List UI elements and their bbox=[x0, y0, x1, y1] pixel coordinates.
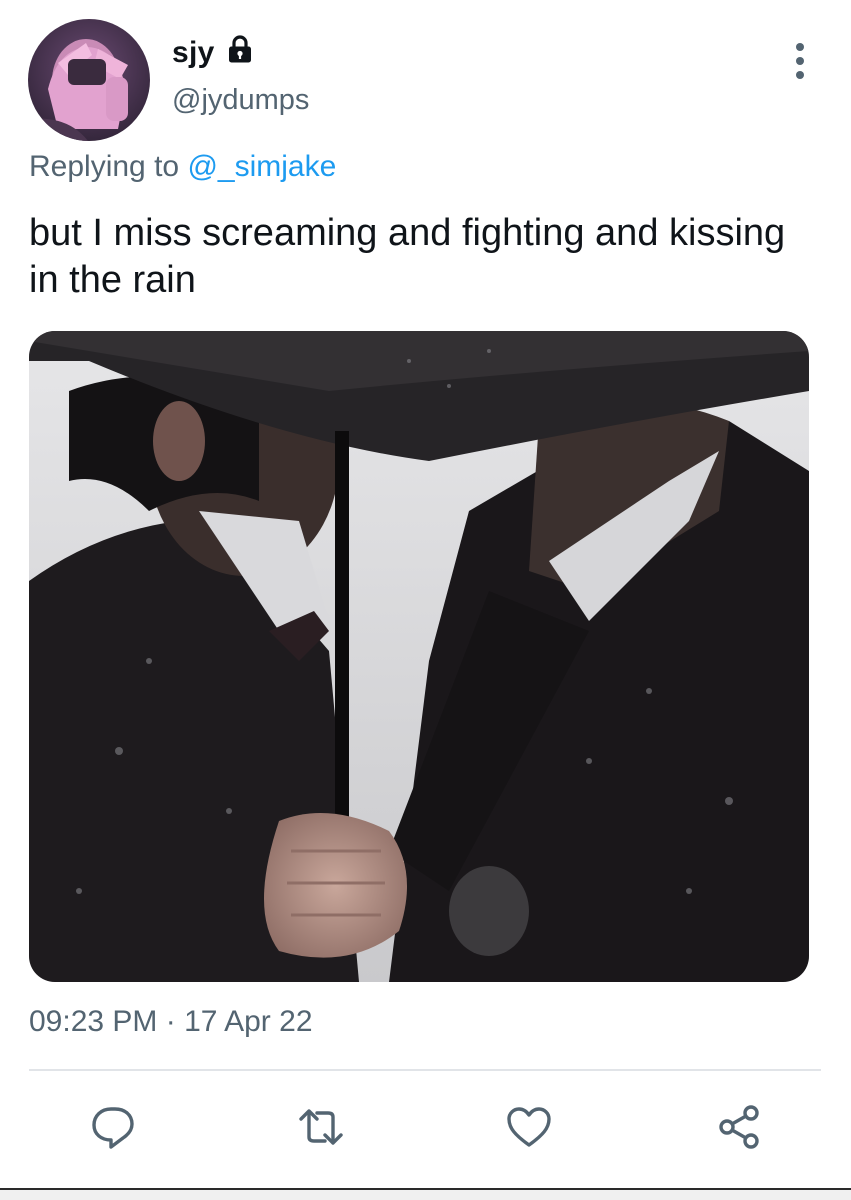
bottom-edge bbox=[0, 1188, 851, 1200]
avatar[interactable] bbox=[28, 19, 150, 141]
lock-icon bbox=[225, 34, 255, 69]
heart-icon bbox=[507, 1107, 551, 1147]
display-name[interactable]: sjy bbox=[172, 36, 215, 70]
like-button[interactable] bbox=[497, 1095, 561, 1159]
reply-button[interactable] bbox=[81, 1095, 145, 1159]
retweet-icon bbox=[299, 1109, 343, 1145]
author-name-row: sjy bbox=[172, 33, 255, 73]
more-options-icon[interactable] bbox=[783, 41, 817, 81]
author-handle[interactable]: @jydumps bbox=[172, 84, 309, 117]
tweet-timestamp: 09:23 PM · 17 Apr 22 bbox=[29, 1005, 313, 1038]
share-icon bbox=[719, 1105, 759, 1149]
tweet-text: but I miss screaming and fighting and ki… bbox=[29, 212, 786, 301]
retweet-button[interactable] bbox=[289, 1095, 353, 1159]
reply-mention-link[interactable]: @_simjake bbox=[187, 150, 336, 183]
tweet-detail: sjy @jydumps Replying to @_simjake but I… bbox=[0, 0, 851, 1200]
tweet-actions bbox=[0, 1095, 851, 1159]
share-button[interactable] bbox=[707, 1095, 771, 1159]
reply-icon bbox=[92, 1107, 134, 1149]
tweet-photo[interactable] bbox=[29, 331, 809, 982]
divider bbox=[29, 1069, 821, 1071]
replying-to-label: Replying to bbox=[29, 150, 180, 183]
replying-to: Replying to @_simjake bbox=[29, 150, 336, 184]
